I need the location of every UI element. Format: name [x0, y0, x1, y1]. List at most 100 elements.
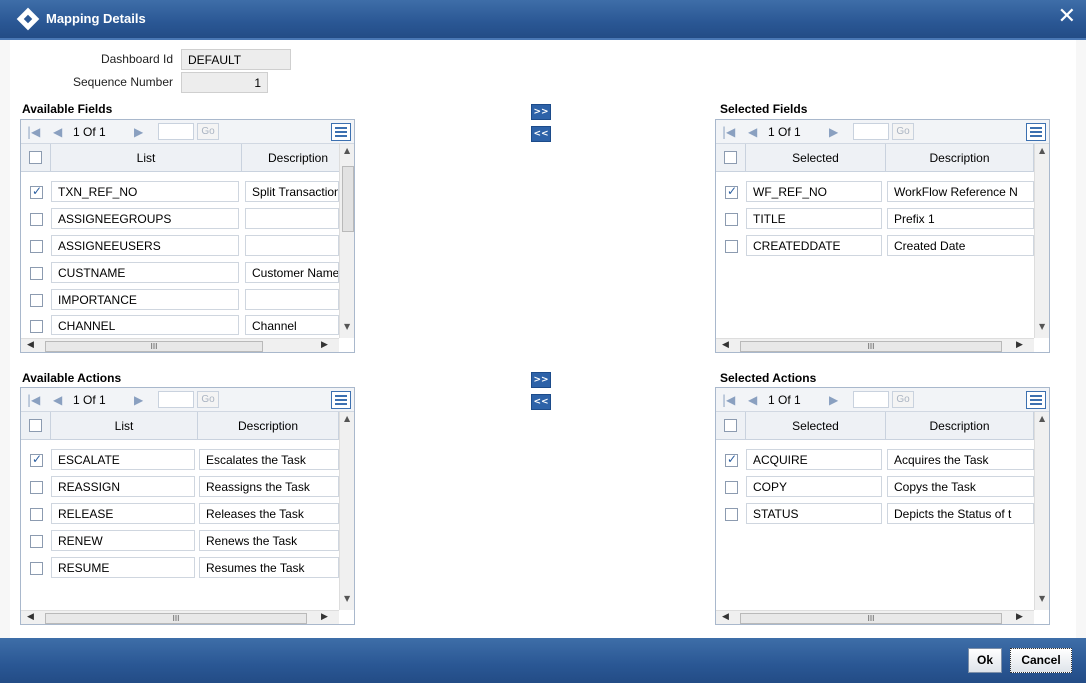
sequence-number-field[interactable]: 1	[181, 72, 268, 93]
dashboard-id-field[interactable]: DEFAULT	[181, 49, 291, 70]
column-header-description[interactable]: Description	[886, 144, 1034, 172]
select-all-checkbox[interactable]	[724, 419, 737, 432]
scroll-right-icon[interactable]: ▶	[1016, 612, 1023, 622]
next-page-icon[interactable]: ▶	[829, 393, 838, 407]
page-number-input[interactable]	[853, 391, 889, 408]
row-checkbox[interactable]	[725, 184, 738, 199]
next-page-icon[interactable]: ▶	[829, 125, 838, 139]
scroll-down-icon[interactable]: ▼	[1039, 322, 1045, 331]
first-page-icon[interactable]: |◀	[27, 125, 40, 139]
go-button[interactable]: Go	[892, 123, 914, 140]
move-left-button[interactable]: <<	[531, 394, 551, 410]
scroll-left-icon[interactable]: ◀	[722, 340, 729, 350]
row-checkbox[interactable]	[30, 562, 43, 575]
horizontal-scrollbar[interactable]: ◀ III ▶	[716, 338, 1034, 352]
vertical-scrollbar[interactable]: ▲ ▼	[1034, 412, 1049, 610]
row-checkbox[interactable]	[725, 213, 738, 226]
scroll-right-icon[interactable]: ▶	[321, 612, 328, 622]
list-view-icon[interactable]	[1026, 391, 1046, 409]
column-header-list[interactable]: List	[51, 144, 242, 172]
page-number-input[interactable]	[158, 123, 194, 140]
row-checkbox[interactable]	[30, 452, 43, 467]
row-checkbox[interactable]	[30, 267, 43, 280]
scroll-up-icon[interactable]: ▲	[1039, 414, 1045, 423]
row-checkbox[interactable]	[30, 535, 43, 548]
vertical-scrollbar[interactable]: ▲ ▼	[339, 144, 354, 338]
column-header-list[interactable]: List	[51, 412, 198, 440]
column-header-description[interactable]: Description	[198, 412, 339, 440]
vertical-scrollbar[interactable]: ▲ ▼	[1034, 144, 1049, 338]
prev-page-icon[interactable]: ◀	[53, 125, 62, 139]
prev-page-icon[interactable]: ◀	[748, 393, 757, 407]
scroll-left-icon[interactable]: ◀	[722, 612, 729, 622]
scroll-right-icon[interactable]: ▶	[321, 340, 328, 350]
cancel-button[interactable]: Cancel	[1010, 648, 1072, 673]
list-view-icon[interactable]	[331, 391, 351, 409]
h-scroll-thumb[interactable]: III	[740, 613, 1002, 624]
list-view-icon[interactable]	[1026, 123, 1046, 141]
scroll-down-icon[interactable]: ▼	[1039, 594, 1045, 603]
scroll-up-icon[interactable]: ▲	[344, 146, 350, 155]
field-name-cell: CUSTNAME	[51, 262, 239, 283]
scroll-up-icon[interactable]: ▲	[344, 414, 350, 423]
page-number-input[interactable]	[853, 123, 889, 140]
move-left-button[interactable]: <<	[531, 126, 551, 142]
selected-fields-panel: |◀ ◀ 1 Of 1 ▶ Go Selected Description ▲ …	[715, 119, 1050, 353]
row-checkbox[interactable]	[30, 508, 43, 521]
row-checkbox[interactable]	[725, 481, 738, 494]
row-checkbox[interactable]	[30, 213, 43, 226]
select-all-checkbox[interactable]	[724, 151, 737, 164]
next-page-icon[interactable]: ▶	[134, 393, 143, 407]
scroll-up-icon[interactable]: ▲	[1039, 146, 1045, 155]
h-scroll-thumb[interactable]: III	[45, 613, 307, 624]
row-checkbox[interactable]	[725, 508, 738, 521]
horizontal-scrollbar[interactable]: ◀ III ▶	[716, 610, 1034, 624]
app-diamond-icon	[16, 7, 40, 31]
page-number-input[interactable]	[158, 391, 194, 408]
page-indicator: 1 Of 1	[768, 393, 801, 407]
ok-button[interactable]: Ok	[968, 648, 1002, 673]
go-button[interactable]: Go	[197, 391, 219, 408]
select-all-checkbox[interactable]	[29, 151, 42, 164]
action-desc-cell: Reassigns the Task	[199, 476, 339, 497]
move-right-button[interactable]: >>	[531, 372, 551, 388]
column-header-description[interactable]: Description	[242, 144, 342, 172]
row-checkbox[interactable]	[725, 240, 738, 253]
available-fields-panel: |◀ ◀ 1 Of 1 ▶ Go List Description ▲ ▼ ◀ …	[20, 119, 355, 353]
next-page-icon[interactable]: ▶	[134, 125, 143, 139]
go-button[interactable]: Go	[892, 391, 914, 408]
action-name-cell: COPY	[746, 476, 882, 497]
first-page-icon[interactable]: |◀	[722, 125, 735, 139]
first-page-icon[interactable]: |◀	[722, 393, 735, 407]
h-scroll-thumb[interactable]: III	[740, 341, 1002, 352]
select-all-checkbox[interactable]	[29, 419, 42, 432]
row-checkbox[interactable]	[30, 481, 43, 494]
go-button[interactable]: Go	[197, 123, 219, 140]
close-button[interactable]: ✕	[1058, 4, 1076, 29]
row-checkbox[interactable]	[30, 240, 43, 253]
scroll-thumb[interactable]	[342, 166, 354, 232]
move-right-button[interactable]: >>	[531, 104, 551, 120]
dialog-content: Dashboard Id DEFAULT Sequence Number 1 A…	[10, 40, 1076, 638]
column-header-selected[interactable]: Selected	[746, 144, 886, 172]
action-desc-cell: Depicts the Status of t	[887, 503, 1034, 524]
scroll-left-icon[interactable]: ◀	[27, 612, 34, 622]
scroll-down-icon[interactable]: ▼	[344, 322, 350, 331]
scroll-right-icon[interactable]: ▶	[1016, 340, 1023, 350]
horizontal-scrollbar[interactable]: ◀ III ▶	[21, 610, 339, 624]
scroll-left-icon[interactable]: ◀	[27, 340, 34, 350]
row-checkbox[interactable]	[30, 184, 43, 199]
row-checkbox[interactable]	[30, 294, 43, 307]
list-view-icon[interactable]	[331, 123, 351, 141]
h-scroll-thumb[interactable]: III	[45, 341, 263, 352]
horizontal-scrollbar[interactable]: ◀ III ▶	[21, 338, 339, 352]
prev-page-icon[interactable]: ◀	[748, 125, 757, 139]
column-header-selected[interactable]: Selected	[746, 412, 886, 440]
prev-page-icon[interactable]: ◀	[53, 393, 62, 407]
first-page-icon[interactable]: |◀	[27, 393, 40, 407]
scroll-down-icon[interactable]: ▼	[344, 594, 350, 603]
row-checkbox[interactable]	[725, 452, 738, 467]
row-checkbox[interactable]	[30, 320, 43, 333]
vertical-scrollbar[interactable]: ▲ ▼	[339, 412, 354, 610]
column-header-description[interactable]: Description	[886, 412, 1034, 440]
